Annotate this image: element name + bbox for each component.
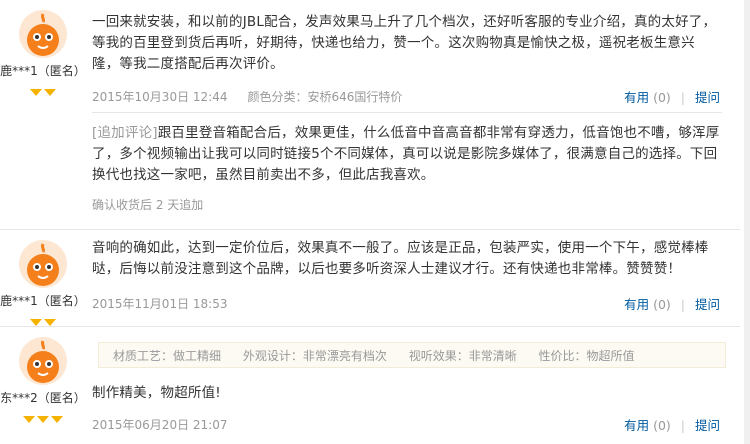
review-text: 一回来就安装，和以前的JBL配合，发声效果马上升了几个档次，还好听客服的专业介绍… <box>92 14 717 72</box>
append-tag: [追加评论] <box>92 125 158 141</box>
reviewer-block: 鹿***1（匿名） <box>0 10 86 96</box>
diamond-icon <box>30 319 42 326</box>
member-level-badges <box>0 311 86 326</box>
username: 鹿***1（匿名） <box>0 294 86 308</box>
tag-audio-visual: 视听效果：非常清晰 <box>408 349 517 363</box>
tag-appearance: 外观设计：非常漂亮有档次 <box>242 349 387 363</box>
ask-button[interactable]: 提问 <box>695 90 720 105</box>
avatar[interactable] <box>19 10 67 58</box>
useful-button[interactable]: 有用 <box>624 297 649 312</box>
review-meta: 2015年10月30日 12:44 颜色分类：安桥646国行特价 <box>92 88 402 105</box>
divider: | <box>680 297 685 312</box>
review-date: 2015年06月20日 21:07 <box>92 418 228 432</box>
mascot-avatar-icon <box>27 340 59 383</box>
divider: | <box>680 418 685 433</box>
tag-value: 性价比：物超所值 <box>538 349 635 363</box>
useful-count: (0) <box>653 418 671 433</box>
review-actions: 有用 (0) | 提问 <box>624 415 720 434</box>
username: 鹿***1（匿名） <box>0 64 86 78</box>
review-separator <box>0 229 740 230</box>
append-review: [追加评论]跟百里登音箱配合后，效果更佳，什么低音中音高音都非常有穿透力，低音饱… <box>92 123 722 186</box>
review-actions: 有用 (0) | 提问 <box>624 87 720 106</box>
mascot-avatar-icon <box>27 243 59 286</box>
review-meta: 2015年06月20日 21:07 <box>92 416 227 433</box>
review-date: 2015年10月30日 12:44 <box>92 90 228 104</box>
review-separator <box>0 326 740 327</box>
member-level-badges <box>0 81 86 96</box>
ask-button[interactable]: 提问 <box>695 418 720 433</box>
avatar[interactable] <box>19 337 67 385</box>
divider: | <box>680 90 685 105</box>
useful-button[interactable]: 有用 <box>624 418 649 433</box>
review-text: 音响的确如此，达到一定价位后，效果真不一般了。应该是正品，包装严实，使用一个下午… <box>92 240 709 277</box>
product-spec: 颜色分类：安桥646国行特价 <box>247 90 403 104</box>
diamond-icon <box>37 416 49 423</box>
review-date: 2015年11月01日 18:53 <box>92 297 228 311</box>
reviewer-block: 东***2（匿名） <box>0 337 86 423</box>
useful-count: (0) <box>653 297 671 312</box>
divider <box>92 112 722 113</box>
username: 东***2（匿名） <box>0 391 86 405</box>
reviewer-block: 鹿***1（匿名） <box>0 240 86 326</box>
mascot-avatar-icon <box>27 13 59 56</box>
append-meta: 确认收货后 2 天追加 <box>92 198 204 212</box>
member-level-badges <box>0 408 86 423</box>
review-actions: 有用 (0) | 提问 <box>624 294 720 313</box>
tag-material: 材质工艺：做工精细 <box>113 349 222 363</box>
append-text: 跟百里登音箱配合后，效果更佳，什么低音中音高音都非常有穿透力，低音饱也不嘈，够浑… <box>92 125 720 183</box>
avatar[interactable] <box>19 240 67 288</box>
review-meta: 2015年11月01日 18:53 <box>92 295 227 312</box>
useful-count: (0) <box>653 90 671 105</box>
diamond-icon <box>30 89 42 96</box>
diamond-icon <box>44 319 56 326</box>
impression-tags: 材质工艺：做工精细 外观设计：非常漂亮有档次 视听效果：非常清晰 性价比：物超所… <box>98 342 726 368</box>
diamond-icon <box>44 89 56 96</box>
diamond-icon <box>23 416 35 423</box>
review-text: 制作精美，物超所值! <box>92 385 221 401</box>
scrollbar[interactable] <box>744 0 750 444</box>
useful-button[interactable]: 有用 <box>624 90 649 105</box>
diamond-icon <box>51 416 63 423</box>
ask-button[interactable]: 提问 <box>695 297 720 312</box>
